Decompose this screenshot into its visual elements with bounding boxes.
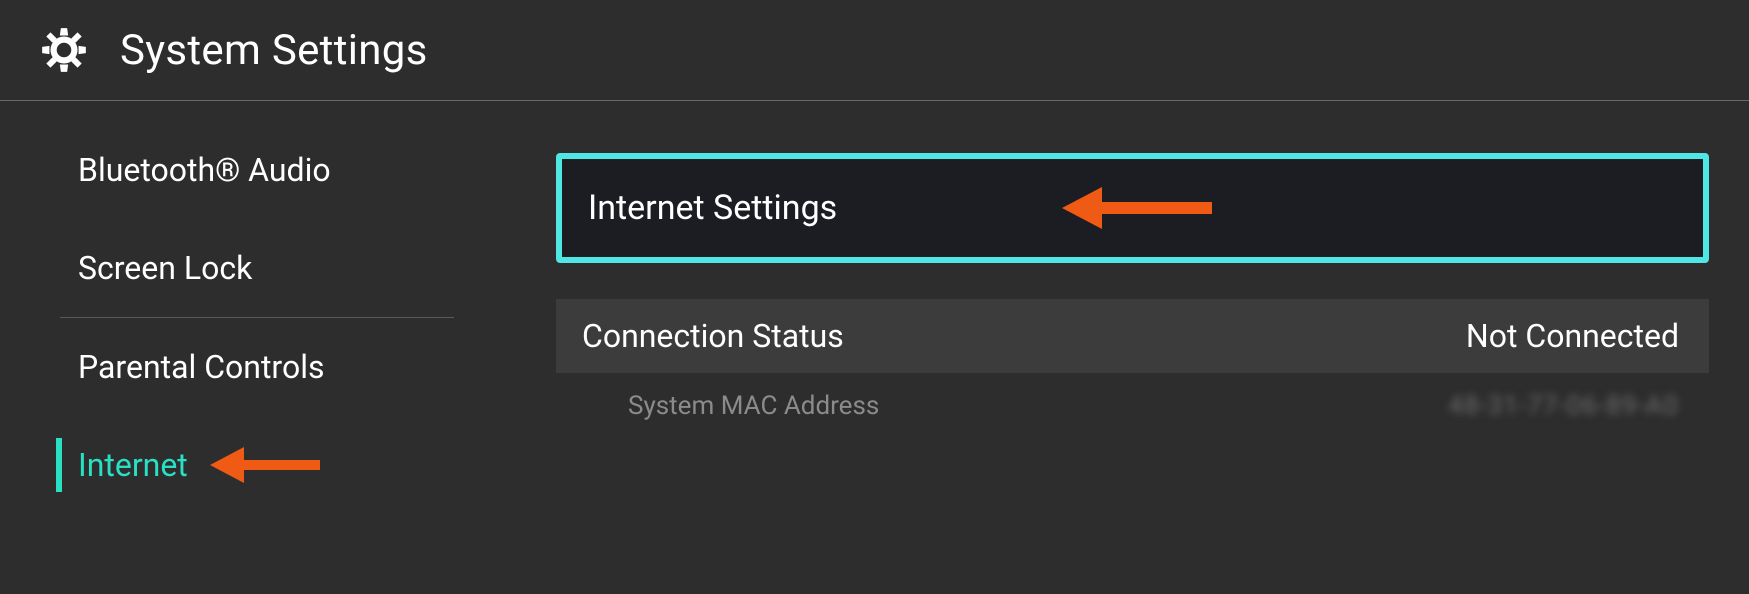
annotation-arrow-icon: [210, 445, 320, 485]
sidebar-item-parental-controls[interactable]: Parental Controls: [0, 318, 510, 416]
header-bar: System Settings: [0, 0, 1749, 101]
mac-address-row: System MAC Address 48-31-77-06-89-A0: [556, 373, 1709, 439]
settings-detail-panel: Internet Settings Connection Status Not …: [510, 101, 1749, 583]
gear-icon: [38, 24, 90, 76]
sidebar-item-label: Screen Lock: [78, 249, 252, 287]
sidebar-item-label: Parental Controls: [78, 348, 325, 386]
mac-address-value: 48-31-77-06-89-A0: [1448, 391, 1679, 421]
internet-settings-row[interactable]: Internet Settings: [556, 153, 1709, 263]
connection-status-row: Connection Status Not Connected: [556, 299, 1709, 373]
row-label: Internet Settings: [588, 188, 837, 228]
sidebar-item-screen-lock[interactable]: Screen Lock: [0, 219, 510, 317]
connection-status-label: Connection Status: [582, 317, 844, 355]
page-title: System Settings: [120, 26, 428, 75]
connection-status-value: Not Connected: [1466, 317, 1679, 355]
sidebar-item-internet[interactable]: Internet: [0, 416, 510, 514]
sidebar-item-label: Internet: [78, 446, 188, 484]
settings-sidebar: Bluetooth® Audio Screen Lock Parental Co…: [0, 101, 510, 583]
sidebar-item-bluetooth-audio[interactable]: Bluetooth® Audio: [0, 121, 510, 219]
mac-address-label: System MAC Address: [628, 391, 879, 421]
annotation-arrow-icon: [1062, 185, 1212, 231]
sidebar-item-label: Bluetooth® Audio: [78, 151, 331, 189]
